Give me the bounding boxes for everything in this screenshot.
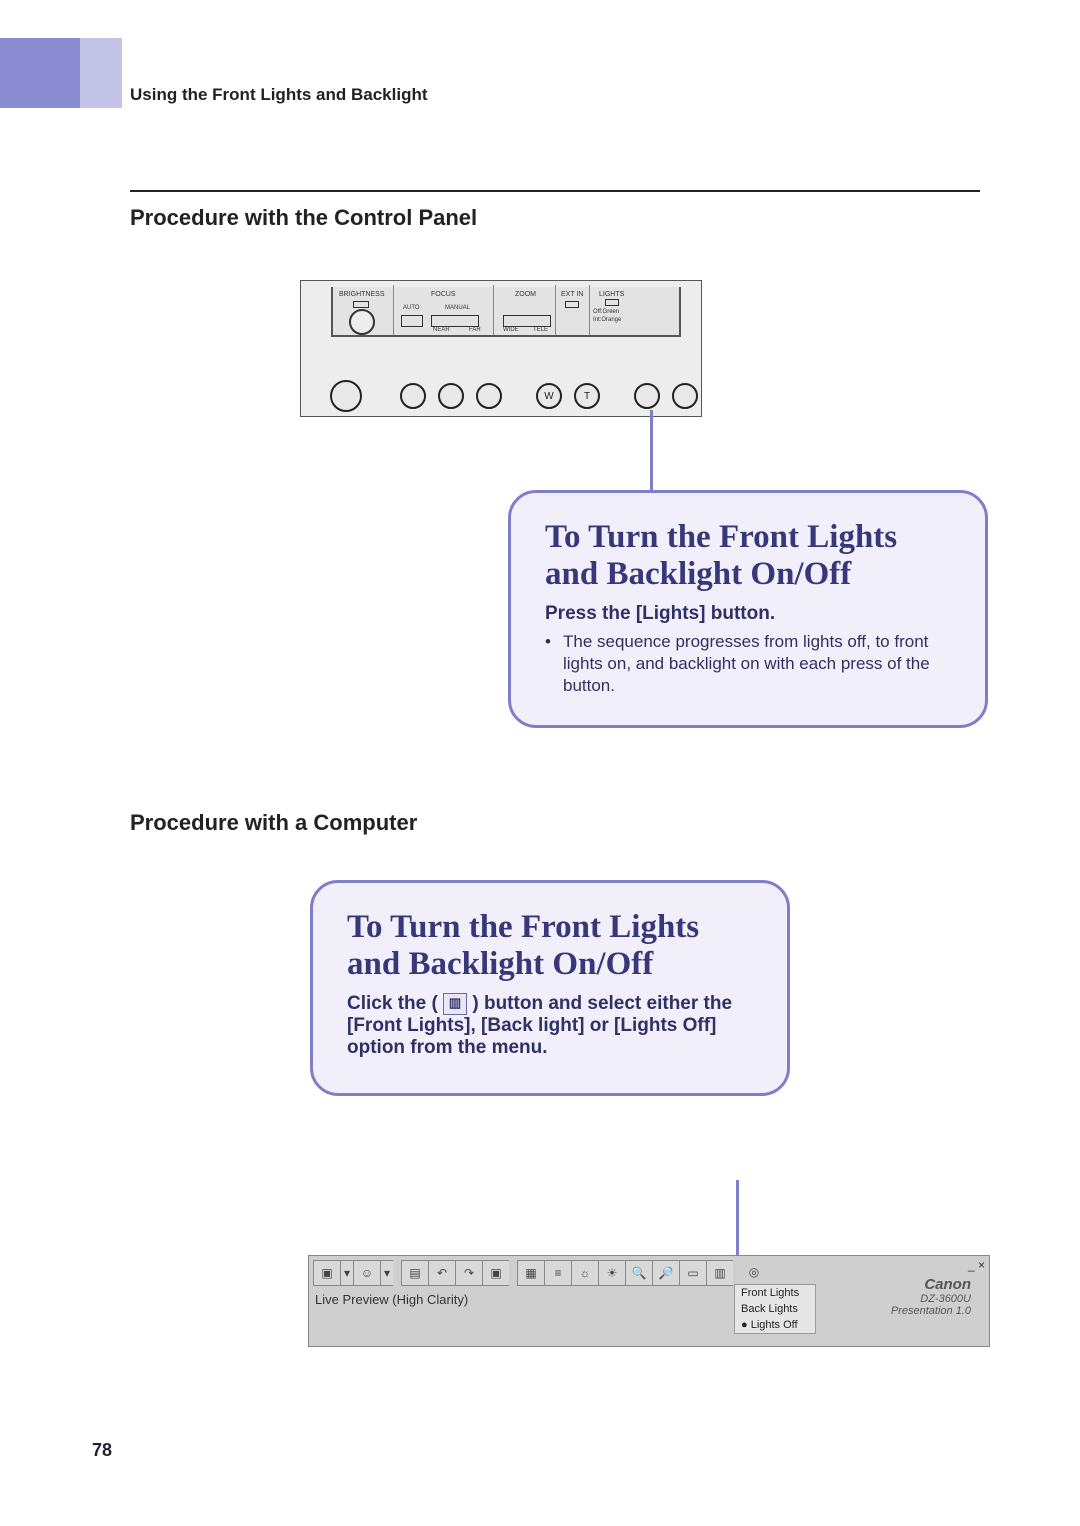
tb-btn-dropdown-icon[interactable]: ▾ (380, 1260, 393, 1286)
tb-btn-fit-icon[interactable]: ▭ (679, 1260, 706, 1286)
menu-item-lights-off[interactable]: Lights Off (735, 1317, 815, 1333)
rule (130, 190, 980, 192)
panel-btn-1 (330, 380, 362, 412)
label-ext-in: EXT IN (561, 291, 583, 298)
brightness-dial (349, 309, 375, 335)
lights-indicator (605, 299, 619, 306)
panel-button-row: W T (330, 380, 698, 412)
sub-pre: Click the ( (347, 993, 443, 1014)
callout-control-panel: To Turn the Front Lights and Backlight O… (508, 490, 988, 728)
tb-btn-bright-minus-icon[interactable]: ☼ (571, 1260, 598, 1286)
zoom-rocker (503, 315, 551, 327)
label-auto: AUTO (403, 305, 420, 311)
software-toolbar: ▣ ▾ ☺ ▾ ▤ ↶ ↷ ▣ ▦ ≡ ☼ ☀ 🔍 🔎 ▭ ▥ ◎ (313, 1260, 767, 1286)
label-lights-note2: Int:Orange (593, 317, 621, 323)
auto-focus-button (401, 315, 423, 327)
label-near: NEAR (433, 327, 450, 333)
tb-btn-rotate-right-icon[interactable]: ↷ (455, 1260, 482, 1286)
callout-computer: To Turn the Front Lights and Backlight O… (310, 880, 790, 1096)
brand-name: Canon (891, 1276, 971, 1293)
tb-btn-record-icon[interactable]: ◎ (741, 1260, 767, 1284)
label-zoom: ZOOM (515, 291, 536, 298)
panel-btn-lights (672, 383, 698, 409)
label-lights-note1: Off:Green (593, 309, 619, 315)
label-lights: LIGHTS (599, 291, 624, 298)
lights-toolbar-icon: ▥ (443, 993, 467, 1015)
tb-btn-zoom-out-icon[interactable]: 🔍 (625, 1260, 652, 1286)
tb-btn-rotate-left-icon[interactable]: ↶ (428, 1260, 455, 1286)
tb-btn-capture-icon[interactable]: ▤ (401, 1260, 428, 1286)
callout-subhead: Click the ( ▥ ) button and select either… (347, 993, 753, 1059)
window-controls: _ × (968, 1258, 985, 1272)
tb-btn-bright-plus-icon[interactable]: ☀ (598, 1260, 625, 1286)
callout-bullet: The sequence progresses from lights off,… (545, 631, 951, 697)
software-status-text: Live Preview (High Clarity) (315, 1292, 468, 1307)
label-focus: FOCUS (431, 291, 456, 298)
label-far: FAR (469, 327, 481, 333)
manual-page: Using the Front Lights and Backlight Pro… (0, 0, 1080, 1526)
tb-btn-copy-icon[interactable]: ▣ (482, 1260, 509, 1286)
panel-btn-w: W (536, 383, 562, 409)
panel-inner: BRIGHTNESS FOCUS AUTO MANUAL NEAR FAR ZO… (331, 287, 681, 337)
tb-btn-list-icon[interactable]: ≡ (544, 1260, 571, 1286)
callout-leader-1 (650, 410, 653, 490)
callout-title: To Turn the Front Lights and Backlight O… (545, 519, 951, 593)
brightness-indicator (353, 301, 369, 308)
model-name: DZ-3600U (891, 1293, 971, 1305)
page-tab-dark (0, 38, 80, 108)
label-wide: WIDE (503, 327, 519, 333)
menu-item-back-lights[interactable]: Back Lights (735, 1301, 815, 1317)
software-brand-block: Canon DZ-3600U Presentation 1.0 (891, 1276, 971, 1317)
tb-btn-dropdown-icon[interactable]: ▾ (340, 1260, 353, 1286)
label-manual: MANUAL (445, 305, 470, 311)
panel-btn-ext (634, 383, 660, 409)
menu-item-front-lights[interactable]: Front Lights (735, 1285, 815, 1301)
tb-btn-lights-icon[interactable]: ▥ (706, 1260, 733, 1286)
lights-dropdown-menu: Front Lights Back Lights Lights Off (734, 1284, 816, 1334)
ext-in-indicator (565, 301, 579, 308)
tb-btn-user-icon[interactable]: ☺ (353, 1260, 380, 1286)
panel-btn-3 (438, 383, 464, 409)
panel-btn-4 (476, 383, 502, 409)
procedure-heading-control-panel: Procedure with the Control Panel (130, 205, 477, 231)
panel-btn-2 (400, 383, 426, 409)
tb-btn-grid-icon[interactable]: ▦ (517, 1260, 544, 1286)
page-number: 78 (92, 1440, 112, 1461)
tb-btn-zoom-in-icon[interactable]: 🔎 (652, 1260, 679, 1286)
procedure-heading-computer: Procedure with a Computer (130, 810, 417, 836)
app-name: Presentation 1.0 (891, 1305, 971, 1317)
panel-btn-t: T (574, 383, 600, 409)
label-brightness: BRIGHTNESS (339, 291, 385, 298)
page-tab-light (80, 38, 122, 108)
tb-btn-save-icon[interactable]: ▣ (313, 1260, 340, 1286)
software-window: ▣ ▾ ☺ ▾ ▤ ↶ ↷ ▣ ▦ ≡ ☼ ☀ 🔍 🔎 ▭ ▥ ◎ Live P… (308, 1255, 990, 1347)
callout-title: To Turn the Front Lights and Backlight O… (347, 909, 753, 983)
callout-leader-2 (736, 1180, 739, 1260)
minimize-icon[interactable]: _ (968, 1258, 975, 1272)
label-tele: TELE (533, 327, 548, 333)
manual-focus-rocker (431, 315, 479, 327)
close-icon[interactable]: × (978, 1258, 985, 1272)
running-head: Using the Front Lights and Backlight (130, 85, 428, 105)
callout-subhead: Press the [Lights] button. (545, 603, 951, 625)
